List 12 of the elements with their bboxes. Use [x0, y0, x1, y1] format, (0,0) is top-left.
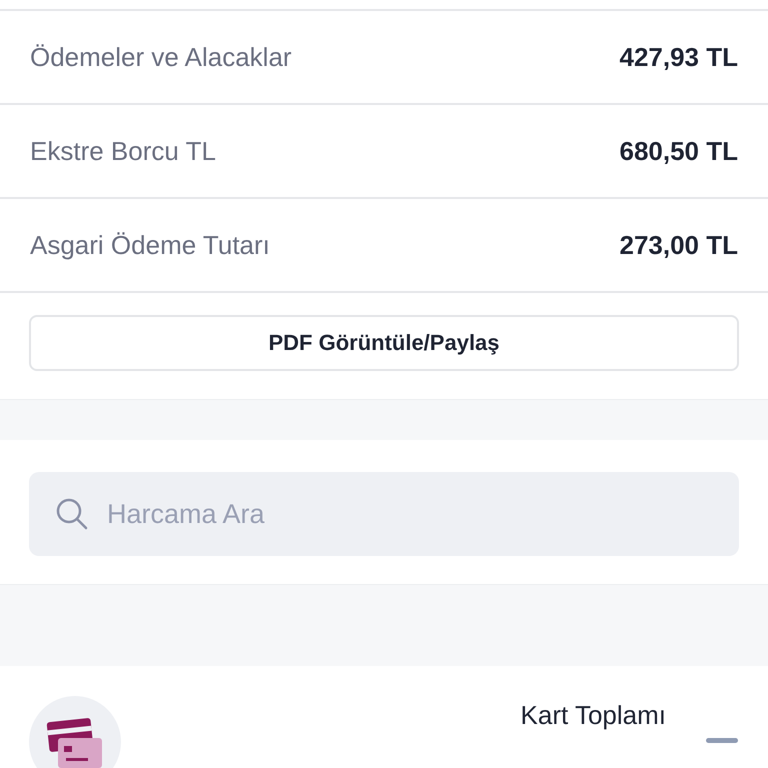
search-input[interactable]: Harcama Ara	[105, 498, 713, 530]
card-total-label: Kart Toplamı	[520, 700, 666, 731]
row-amount: 427,93 TL	[619, 42, 738, 72]
row-label: Asgari Ödeme Tutarı	[30, 230, 270, 260]
pdf-share-button[interactable]: PDF Görüntüle/Paylaş	[29, 315, 739, 371]
row-amount: 273,00 TL	[619, 230, 738, 260]
search-icon	[55, 497, 89, 531]
row-label: Ödemeler ve Alacaklar	[30, 42, 292, 72]
collapse-icon[interactable]	[706, 738, 738, 744]
row-label: Ekstre Borcu TL	[30, 136, 216, 166]
search-bar[interactable]: Harcama Ara	[29, 472, 739, 556]
row-amount: 680,50 TL	[619, 136, 738, 166]
